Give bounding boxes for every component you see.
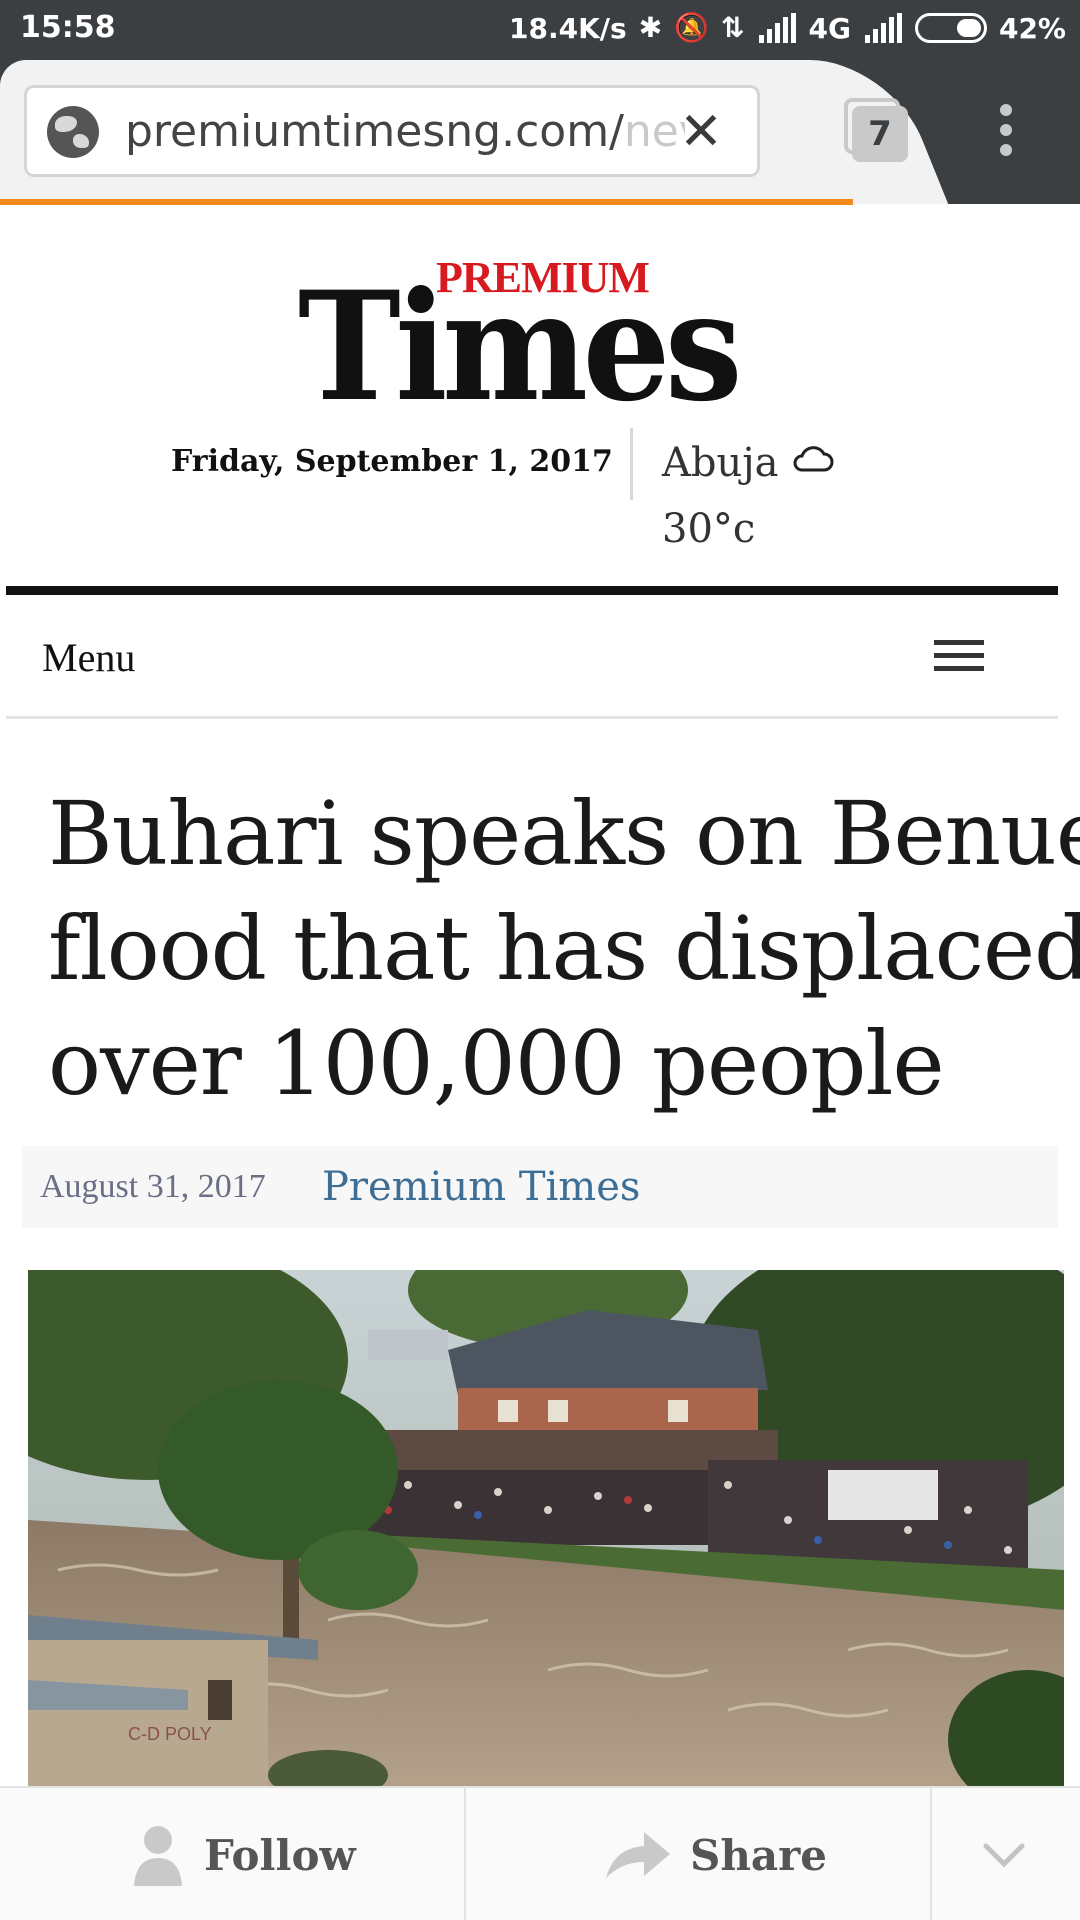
hamburger-menu-icon[interactable] [934, 640, 984, 676]
share-arrow-icon [606, 1832, 670, 1878]
person-icon [134, 1826, 182, 1886]
divider [930, 1788, 932, 1920]
article-author[interactable]: Premium Times [322, 1164, 640, 1210]
divider [630, 428, 633, 500]
network-type: 4G [808, 11, 851, 45]
header-rule [6, 586, 1058, 595]
globe-icon [47, 106, 99, 158]
battery-icon [914, 13, 987, 43]
article-photo[interactable]: C-D POLY [28, 1270, 1064, 1790]
browser-toolbar: premiumtimesng.com/nev ✕ 7 [0, 60, 1080, 205]
status-bar: 15:58 18.4K/s ✱ 🔕 ⇅ 4G 42% [0, 0, 1080, 60]
close-icon[interactable]: ✕ [675, 104, 727, 160]
headline-line: Buhari speaks on Benue [48, 782, 1080, 885]
battery-level: 42% [998, 11, 1066, 45]
divider [464, 1788, 466, 1920]
page-load-progress [0, 199, 854, 205]
url-text[interactable]: premiumtimesng.com/nev [125, 104, 685, 160]
url-domain: premiumtimesng.com/ [125, 106, 624, 157]
menu-label[interactable]: Menu [42, 634, 135, 681]
overflow-menu-icon[interactable] [996, 104, 1016, 160]
flood-scene-image: C-D POLY [28, 1270, 1064, 1790]
article-meta: August 31, 2017 Premium Times [22, 1146, 1058, 1228]
headline-line: over 100,000 people [48, 1012, 945, 1115]
data-arrows-icon: ⇅ [721, 11, 745, 44]
header-date: Friday, September 1, 2017 [171, 444, 613, 479]
site-logo[interactable]: PREMIUM Times [298, 252, 798, 422]
share-label: Share [690, 1830, 827, 1880]
headline-line: flood that has displaced [48, 897, 1080, 1000]
cloud-icon [793, 446, 834, 472]
tab-count: 7 [852, 106, 908, 162]
silent-icon: 🔕 [674, 11, 710, 44]
address-bar[interactable]: premiumtimesng.com/nev ✕ [24, 85, 760, 177]
menu-rule [6, 716, 1058, 719]
tab-switcher-button[interactable]: 7 [844, 98, 908, 162]
article-date: August 31, 2017 [40, 1168, 266, 1205]
logo-times: Times [298, 259, 743, 435]
photo-sign-text: C-D POLY [128, 1724, 212, 1744]
status-indicators: 18.4K/s ✱ 🔕 ⇅ 4G 42% [509, 10, 1066, 46]
status-time: 15:58 [20, 10, 116, 45]
share-button[interactable]: Share [604, 1788, 827, 1920]
signal-icon [864, 13, 902, 43]
bottom-action-bar: Follow Share [0, 1786, 1080, 1920]
weather-temperature: 30°c [662, 506, 756, 552]
weather-city: Abuja [662, 440, 779, 486]
article-headline: Buhari speaks on Benue flood that has di… [48, 776, 1080, 1121]
follow-button[interactable]: Follow [130, 1788, 356, 1920]
signal-icon [758, 13, 796, 43]
chevron-down-icon[interactable] [982, 1832, 1026, 1876]
bluetooth-icon: ✱ [638, 11, 663, 44]
follow-label: Follow [204, 1830, 356, 1880]
network-speed: 18.4K/s [509, 11, 627, 45]
